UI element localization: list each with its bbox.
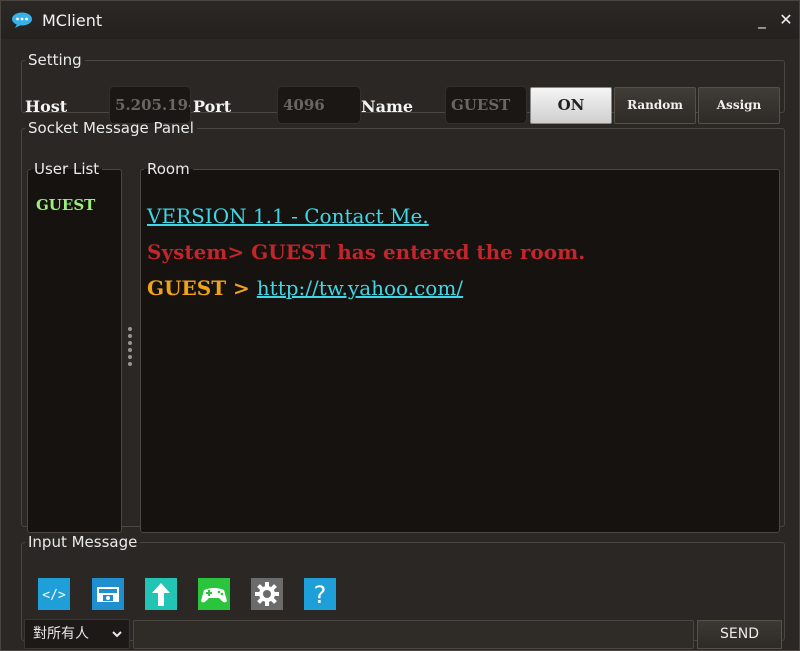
splitter-handle[interactable] <box>127 327 133 369</box>
message-link[interactable]: http://tw.yahoo.com/ <box>257 276 463 300</box>
socket-legend: Socket Message Panel <box>28 119 194 137</box>
chat-bubble-icon <box>12 12 32 28</box>
setting-legend: Setting <box>28 51 82 69</box>
recipient-select[interactable]: 對所有人 <box>24 619 130 649</box>
help-icon[interactable]: ? <box>304 578 336 610</box>
version-link[interactable]: VERSION 1.1 - Contact Me. <box>147 204 429 228</box>
user-list: User List GUEST <box>27 160 122 533</box>
window-title: MClient <box>42 11 103 30</box>
name-label: Name <box>361 97 414 116</box>
input-message-group: Input Message </> ? 對所有人 SEND <box>21 533 785 649</box>
send-button[interactable]: SEND <box>697 620 782 649</box>
minimize-button[interactable]: _ <box>753 11 771 29</box>
message-input[interactable] <box>133 620 694 649</box>
room-legend: Room <box>147 160 190 178</box>
title-bar[interactable]: MClient _ ✕ <box>1 1 799 39</box>
main-window: MClient _ ✕ Setting Host 5.205.194 Port … <box>0 0 800 651</box>
input-legend: Input Message <box>28 533 138 551</box>
user-list-legend: User List <box>34 160 100 178</box>
room-panel: Room VERSION 1.1 - Contact Me. System> G… <box>140 160 780 533</box>
message-sender: GUEST > <box>147 276 257 300</box>
picture-icon[interactable] <box>92 578 124 610</box>
chevron-down-icon <box>112 631 122 638</box>
gear-icon[interactable] <box>251 578 283 610</box>
port-label: Port <box>193 97 232 116</box>
host-label: Host <box>25 97 68 116</box>
code-icon[interactable]: </> <box>38 578 70 610</box>
recipient-value: 對所有人 <box>33 626 89 642</box>
gamepad-icon[interactable] <box>198 578 230 610</box>
user-list-item[interactable]: GUEST <box>36 196 95 214</box>
system-message: System> GUEST has entered the room. <box>147 240 586 264</box>
setting-group: Setting Host 5.205.194 Port 4096 Name GU… <box>21 51 785 124</box>
close-button[interactable]: ✕ <box>777 11 795 29</box>
help-glyph: ? <box>314 581 327 609</box>
socket-message-panel: Socket Message Panel User List GUEST Roo… <box>21 119 785 533</box>
chat-message: GUEST > http://tw.yahoo.com/ <box>147 276 463 300</box>
upload-icon[interactable] <box>145 578 177 610</box>
svg-text:</>: </> <box>42 588 66 603</box>
